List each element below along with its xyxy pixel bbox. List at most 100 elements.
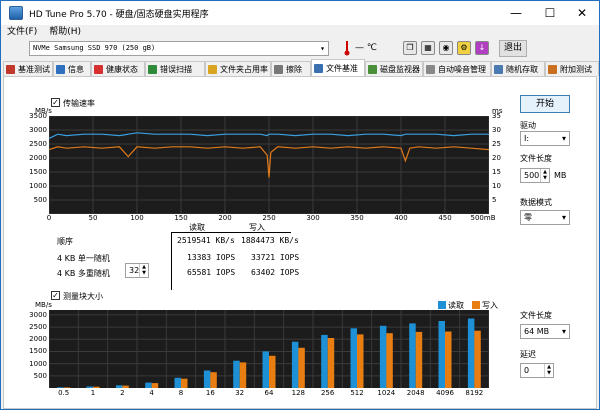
write-bar <box>298 347 305 388</box>
folder-icon <box>208 64 217 74</box>
read-bar <box>291 341 299 388</box>
transfer-rate-label: 传输速率 <box>63 99 95 108</box>
spin-arrows-icon[interactable]: ▲ ▼ <box>139 264 148 277</box>
y-tick-label: 30 <box>492 126 501 134</box>
read-bar <box>174 377 181 388</box>
camera-icon[interactable]: ◉ <box>439 41 453 55</box>
extra-tests-icon <box>548 64 557 74</box>
x-tick-label: 128 <box>291 389 306 397</box>
info-icon <box>56 64 65 74</box>
read-bar <box>233 360 240 388</box>
copy-screen-icon[interactable]: ▦ <box>421 41 435 55</box>
queue-depth-stepper[interactable]: 32 ▲ ▼ <box>125 263 149 278</box>
tab-disk-monitor[interactable]: 磁盘监视器 <box>365 61 423 76</box>
y-tick-label: 500 <box>33 371 47 380</box>
download-icon[interactable]: ↓ <box>475 41 489 55</box>
drive-combo-value: I: <box>524 134 530 143</box>
tab-bar: 基准测试 信息 健康状态 错误扫描 文件夹占用率 擦除 文件基准 磁盘监视器 自… <box>1 59 599 76</box>
read-bar <box>86 386 93 388</box>
chevron-down-icon: ▾ <box>561 213 566 222</box>
chevron-down-icon: ▾ <box>561 327 566 336</box>
read-bar <box>115 385 123 388</box>
write-bar <box>386 333 393 388</box>
file-length2-label: 文件长度 <box>520 311 552 320</box>
minimize-button[interactable]: — <box>499 1 533 25</box>
tab-erase[interactable]: 擦除 <box>271 61 311 76</box>
tab-file-benchmark[interactable]: 文件基准 <box>311 59 365 76</box>
y-tick-label: 1000 <box>29 182 47 190</box>
y-tick-label: 10 <box>492 182 501 190</box>
file-length-value: 500 <box>524 171 540 180</box>
x-tick-label: 1 <box>90 389 96 397</box>
file-length-stepper[interactable]: 500 ▲ ▼ <box>520 168 550 183</box>
block-file-length-combo[interactable]: 64 MB ▾ <box>520 324 570 339</box>
health-cross-icon <box>94 64 103 74</box>
write-bar <box>122 385 129 388</box>
transfer-rate-plot <box>48 115 490 215</box>
chevron-down-icon: ▾ <box>320 44 325 53</box>
x-tick-label: 256 <box>320 389 335 397</box>
title-bar: HD Tune Pro 5.70 - 硬盘/固态硬盘实用程序 — ☐ ✕ <box>1 1 599 25</box>
close-button[interactable]: ✕ <box>565 1 599 25</box>
read-bar <box>409 323 416 388</box>
table-divider <box>171 232 172 290</box>
exit-button[interactable]: 退出 <box>499 40 527 57</box>
transfer-rate-checkbox[interactable]: ✓ <box>51 98 60 107</box>
write-bar <box>445 331 452 388</box>
legend-write-swatch <box>472 301 480 309</box>
tab-aam[interactable]: 自动噪音管理 <box>423 61 491 76</box>
data-mode-combo[interactable]: 零 ▾ <box>520 210 570 225</box>
transfer-rate-chart <box>48 115 490 215</box>
spin-arrows-icon[interactable]: ▲ ▼ <box>540 169 549 182</box>
spin-arrows-icon[interactable]: ▲ ▼ <box>544 364 553 377</box>
y-tick-label: 2500 <box>29 323 47 332</box>
file-benchmark-icon <box>314 63 323 73</box>
delay-stepper[interactable]: 0 ▲ ▼ <box>520 363 554 378</box>
drive-label: 驱动 <box>520 121 536 130</box>
temperature-readout: — ℃ <box>355 43 377 53</box>
app-window: HD Tune Pro 5.70 - 硬盘/固态硬盘实用程序 — ☐ ✕ 文件(… <box>0 0 600 410</box>
y-tick-label: 2000 <box>29 335 47 344</box>
maximize-button[interactable]: ☐ <box>533 1 567 25</box>
y-tick-label: 1500 <box>29 168 47 176</box>
y-tick-label: 3000 <box>29 126 47 134</box>
tab-info[interactable]: 信息 <box>53 61 91 76</box>
4kb-multi-read: 65581 IOPS <box>187 268 236 277</box>
tab-extra-tests[interactable]: 附加测试 <box>545 61 599 76</box>
drive-combo[interactable]: I: ▾ <box>520 131 570 146</box>
legend-read-swatch <box>438 301 446 309</box>
y-tick-label: 3000 <box>29 310 47 319</box>
disk-monitor-icon <box>368 64 377 74</box>
write-bar <box>63 387 71 388</box>
block-size-unit: MB/s <box>35 301 52 309</box>
block-size-checkbox[interactable]: ✓ <box>51 291 60 300</box>
read-bar <box>350 328 357 388</box>
write-bar <box>239 362 247 388</box>
drive-select[interactable]: NVMe Samsung SSD 970 (250 gB) ▾ <box>29 41 329 56</box>
menu-help[interactable]: 帮助(H) <box>43 25 87 39</box>
tab-random-access[interactable]: 随机存取 <box>491 61 545 76</box>
write-bar <box>93 386 100 388</box>
read-bar <box>57 387 64 388</box>
tab-error-scan[interactable]: 错误扫描 <box>145 61 205 76</box>
y-tick-label: 35 <box>492 112 501 120</box>
data-mode-label: 数据模式 <box>520 198 552 207</box>
options-icon[interactable]: ⚙ <box>457 41 471 55</box>
data-mode-value: 零 <box>524 213 532 222</box>
block-size-chart <box>48 310 490 388</box>
y-tick-label: 25 <box>492 140 501 148</box>
copy-icon[interactable]: ❐ <box>403 41 417 55</box>
tab-folder-usage[interactable]: 文件夹占用率 <box>205 61 271 76</box>
toolbar: NVMe Samsung SSD 970 (250 gB) ▾ — ℃ ❐ ▦ … <box>1 39 599 59</box>
write-bar <box>327 338 335 388</box>
start-button[interactable]: 开始 <box>520 95 570 113</box>
menu-file[interactable]: 文件(F) <box>1 25 43 39</box>
write-bar <box>474 330 481 388</box>
x-tick-label: 512 <box>350 389 364 397</box>
results-table: 读取 写入 顺序 2519541 KB/s 1884473 KB/s 4 KB … <box>49 220 489 290</box>
tab-benchmark[interactable]: 基准测试 <box>3 61 53 76</box>
x-tick-label: 4096 <box>436 389 454 397</box>
tab-health[interactable]: 健康状态 <box>91 61 145 76</box>
block-file-length-value: 64 MB <box>524 327 550 336</box>
delay-label: 延迟 <box>520 350 536 359</box>
